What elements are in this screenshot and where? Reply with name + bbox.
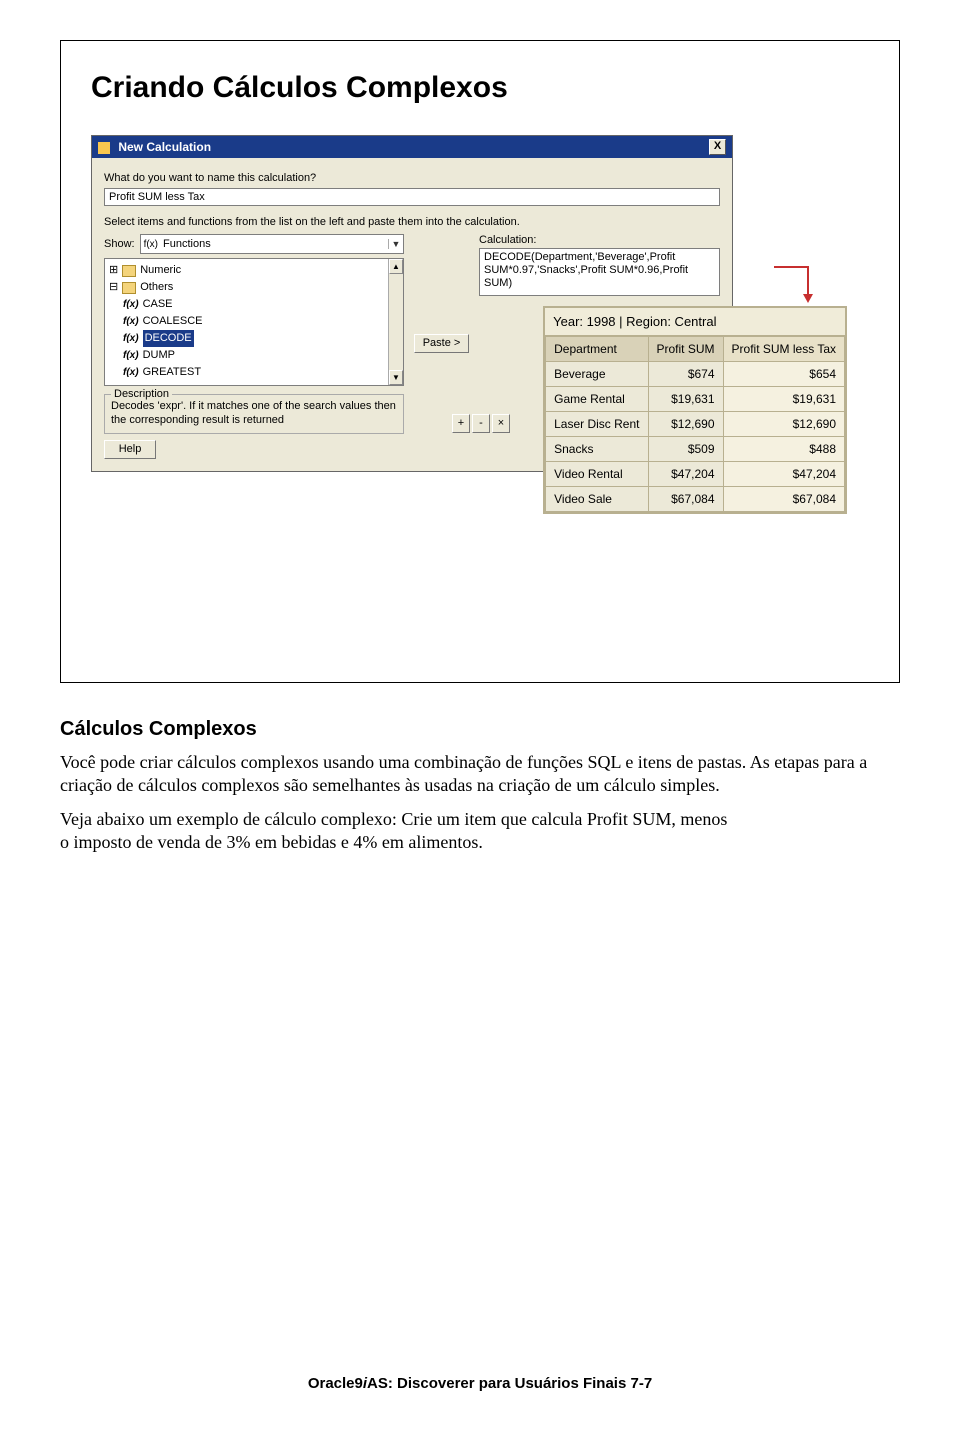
slide-title: Criando Cálculos Complexos — [91, 71, 879, 105]
tree-item[interactable]: f(x)GREATEST — [109, 364, 399, 381]
section-heading: Cálculos Complexos — [60, 718, 900, 741]
scroll-down-icon[interactable]: ▼ — [389, 370, 403, 385]
tree-others[interactable]: Others — [140, 279, 173, 296]
tree-label: COALESCE — [143, 313, 203, 330]
tree-label: GREATEST — [143, 364, 201, 381]
folder-icon — [122, 265, 136, 277]
col-profit-sum: Profit SUM — [648, 337, 723, 362]
help-button[interactable]: Help — [104, 440, 156, 459]
fx-icon: f(x) — [123, 296, 139, 313]
tree-label: DUMP — [143, 347, 175, 364]
paste-button[interactable]: Paste > — [414, 334, 469, 353]
result-header: Year: 1998 | Region: Central — [545, 308, 845, 336]
table-row: Video Sale$67,084$67,084 — [546, 487, 845, 512]
paragraph: o imposto de venda de 3% em bebidas e 4%… — [60, 831, 900, 854]
table-row: Beverage$674$654 — [546, 362, 845, 387]
op-minus-button[interactable]: - — [472, 414, 490, 433]
op-plus-button[interactable]: + — [452, 414, 470, 433]
body-text: Cálculos Complexos Você pode criar cálcu… — [60, 718, 900, 855]
name-prompt: What do you want to name this calculatio… — [104, 172, 720, 184]
description-legend: Description — [111, 388, 172, 400]
tree-item-selected[interactable]: f(x)DECODE — [109, 330, 399, 347]
table-row: Snacks$509$488 — [546, 437, 845, 462]
fx-icon: f(x) — [123, 330, 139, 347]
table-row: Laser Disc Rent$12,690$12,690 — [546, 412, 845, 437]
scrollbar[interactable]: ▲ ▼ — [388, 259, 403, 385]
tree-numeric[interactable]: Numeric — [140, 262, 181, 279]
op-mult-button[interactable]: × — [492, 414, 510, 433]
result-table: Department Profit SUM Profit SUM less Ta… — [545, 336, 845, 512]
tree-item[interactable]: f(x)DUMP — [109, 347, 399, 364]
result-panel: Year: 1998 | Region: Central Department … — [543, 306, 847, 514]
slide-frame: Criando Cálculos Complexos New Calculati… — [60, 40, 900, 683]
paragraph: Você pode criar cálculos complexos usand… — [60, 751, 900, 798]
expand-minus-icon[interactable]: ⊟ — [109, 279, 118, 296]
fx-icon: f(x) — [123, 347, 139, 364]
footer-text: AS: Discoverer para Usuários Finais 7-7 — [367, 1375, 652, 1392]
tree-label: DECODE — [143, 330, 194, 347]
page-footer: Oracle9iAS: Discoverer para Usuários Fin… — [60, 1375, 900, 1392]
dialog-title-text: New Calculation — [118, 140, 211, 154]
tree-item[interactable]: f(x)CASE — [109, 296, 399, 313]
paragraph: Veja abaixo um exemplo de cálculo comple… — [60, 808, 900, 831]
table-row: Game Rental$19,631$19,631 — [546, 387, 845, 412]
chevron-down-icon: ▼ — [388, 239, 403, 249]
calc-label: Calculation: — [479, 234, 720, 246]
calc-name-input[interactable] — [104, 188, 720, 206]
expand-plus-icon[interactable]: ⊞ — [109, 262, 118, 279]
show-dropdown[interactable]: f(x) Functions ▼ — [140, 234, 404, 254]
table-row: Video Rental$47,204$47,204 — [546, 462, 845, 487]
functions-tree[interactable]: ⊞Numeric ⊟Others f(x)CASE f(x)COALESCE f… — [104, 258, 404, 386]
fx-icon: f(x) — [141, 239, 161, 250]
fx-icon: f(x) — [123, 313, 139, 330]
close-button[interactable]: X — [709, 139, 726, 155]
dialog-title: New Calculation — [98, 140, 211, 154]
show-label: Show: — [104, 238, 135, 250]
tree-item[interactable]: f(x)COALESCE — [109, 313, 399, 330]
show-value: Functions — [161, 238, 388, 250]
description-text: Decodes 'expr'. If it matches one of the… — [111, 399, 397, 427]
select-prompt: Select items and functions from the list… — [104, 216, 720, 228]
footer-text: Oracle9 — [308, 1375, 363, 1392]
dialog-icon — [98, 142, 110, 154]
col-department: Department — [546, 337, 648, 362]
col-profit-less-tax: Profit SUM less Tax — [723, 337, 844, 362]
tree-label: CASE — [143, 296, 173, 313]
folder-icon — [122, 282, 136, 294]
calculation-textarea[interactable]: DECODE(Department,'Beverage',Profit SUM*… — [479, 248, 720, 296]
new-calculation-dialog: New Calculation X What do you want to na… — [91, 135, 733, 472]
dialog-titlebar: New Calculation X — [92, 136, 732, 158]
scroll-up-icon[interactable]: ▲ — [389, 259, 403, 274]
fx-icon: f(x) — [123, 364, 139, 381]
description-group: Description Decodes 'expr'. If it matche… — [104, 394, 404, 434]
